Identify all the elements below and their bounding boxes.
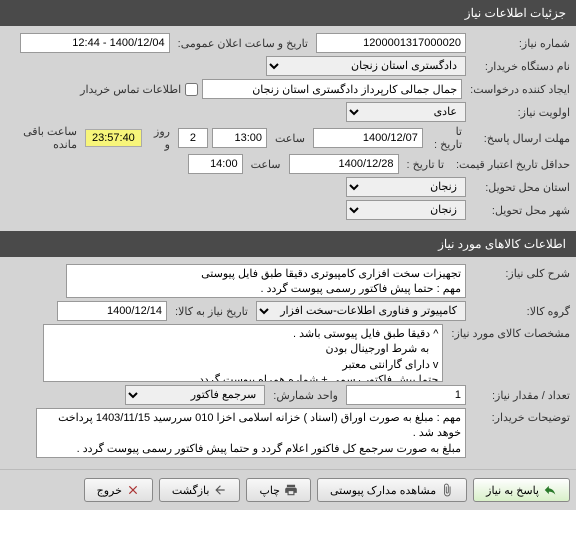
spec-label: مشخصات کالای مورد نیاز: <box>447 324 570 340</box>
goods-info-body: شرح کلی نیاز: گروه کالا: کامپیوتر و فناو… <box>0 257 576 469</box>
spec-textarea[interactable] <box>43 324 443 382</box>
buyer-org-select[interactable]: دادگستری استان زنجان <box>266 56 466 76</box>
group-select[interactable]: کامپیوتر و فناوری اطلاعات-سخت افزار <box>256 301 466 321</box>
need-no-label: شماره نیاز: <box>470 37 570 50</box>
goods-info-header: اطلاعات کالاهای مورد نیاز <box>0 231 576 257</box>
buyer-notes-textarea[interactable] <box>36 408 466 458</box>
delivery-province-label: استان محل تحویل: <box>470 181 570 194</box>
buyer-contact-text: اطلاعات تماس خریدار <box>80 83 181 96</box>
timer-suffix: ساعت باقی مانده <box>6 125 81 151</box>
need-info-body: شماره نیاز: تاریخ و ساعت اعلان عمومی: نا… <box>0 26 576 231</box>
buyer-contact-checkbox[interactable] <box>185 83 198 96</box>
delivery-city-label: شهر محل تحویل: <box>470 204 570 217</box>
priority-label: اولویت نیاز: <box>470 106 570 119</box>
qty-input[interactable] <box>346 385 466 405</box>
group-label: گروه کالا: <box>470 305 570 318</box>
creator-label: ایجاد کننده درخواست: <box>466 83 570 96</box>
qty-label: تعداد / مقدار نیاز: <box>470 389 570 402</box>
delivery-city-select[interactable]: زنجان <box>346 200 466 220</box>
back-icon <box>213 483 227 497</box>
buyer-contact-checkbox-label[interactable]: اطلاعات تماس خریدار <box>80 83 198 96</box>
unit-label: واحد شمارش: <box>269 389 342 402</box>
need-no-input[interactable] <box>316 33 466 53</box>
delivery-province-select[interactable]: زنجان <box>346 177 466 197</box>
need-date-label: تاریخ نیاز به کالا: <box>171 305 252 318</box>
time-label-1: ساعت <box>271 132 309 145</box>
need-date-input[interactable] <box>57 301 167 321</box>
reply-button-label: پاسخ به نیاز <box>486 484 539 497</box>
button-bar: پاسخ به نیاز مشاهده مدارک پیوستی چاپ باز… <box>0 469 576 510</box>
days-suffix: روز و <box>146 125 174 151</box>
exit-button-label: خروج <box>97 484 122 497</box>
back-button-label: بازگشت <box>172 484 210 497</box>
price-valid-time-input[interactable] <box>188 154 243 174</box>
time-label-2: ساعت <box>247 158 285 171</box>
creator-input[interactable] <box>202 79 462 99</box>
need-info-header: جزئیات اطلاعات نیاز <box>0 0 576 26</box>
exit-button[interactable]: خروج <box>84 478 153 502</box>
buyer-notes-label: توضیحات خریدار: <box>470 408 570 424</box>
unit-select[interactable]: سرجمع فاکتور <box>125 385 265 405</box>
countdown-timer: 23:57:40 <box>85 129 142 147</box>
until-label-2: تا تاریخ : <box>403 158 448 171</box>
reply-date-input[interactable] <box>313 128 423 148</box>
reply-button[interactable]: پاسخ به نیاز <box>473 478 570 502</box>
price-valid-date-input[interactable] <box>289 154 399 174</box>
attachments-button-label: مشاهده مدارک پیوستی <box>330 484 436 497</box>
reply-time-input[interactable] <box>212 128 267 148</box>
exit-icon <box>126 483 140 497</box>
until-label-1: تا تاریخ : <box>427 125 466 151</box>
announce-input[interactable] <box>20 33 170 53</box>
priority-select[interactable]: عادی <box>346 102 466 122</box>
attachments-button[interactable]: مشاهده مدارک پیوستی <box>317 478 467 502</box>
desc-textarea[interactable] <box>66 264 466 298</box>
price-valid-label: حداقل تاریخ اعتبار قیمت: <box>452 158 570 171</box>
print-button-label: چاپ <box>259 484 280 497</box>
back-button[interactable]: بازگشت <box>159 478 241 502</box>
attachment-icon <box>440 483 454 497</box>
announce-label: تاریخ و ساعت اعلان عمومی: <box>174 37 312 50</box>
desc-label: شرح کلی نیاز: <box>470 264 570 280</box>
buyer-org-label: نام دستگاه خریدار: <box>470 60 570 73</box>
days-remaining-input[interactable] <box>178 128 208 148</box>
print-button[interactable]: چاپ <box>246 478 311 502</box>
print-icon <box>284 483 298 497</box>
reply-icon <box>543 483 557 497</box>
reply-deadline-label: مهلت ارسال پاسخ: <box>470 132 570 145</box>
